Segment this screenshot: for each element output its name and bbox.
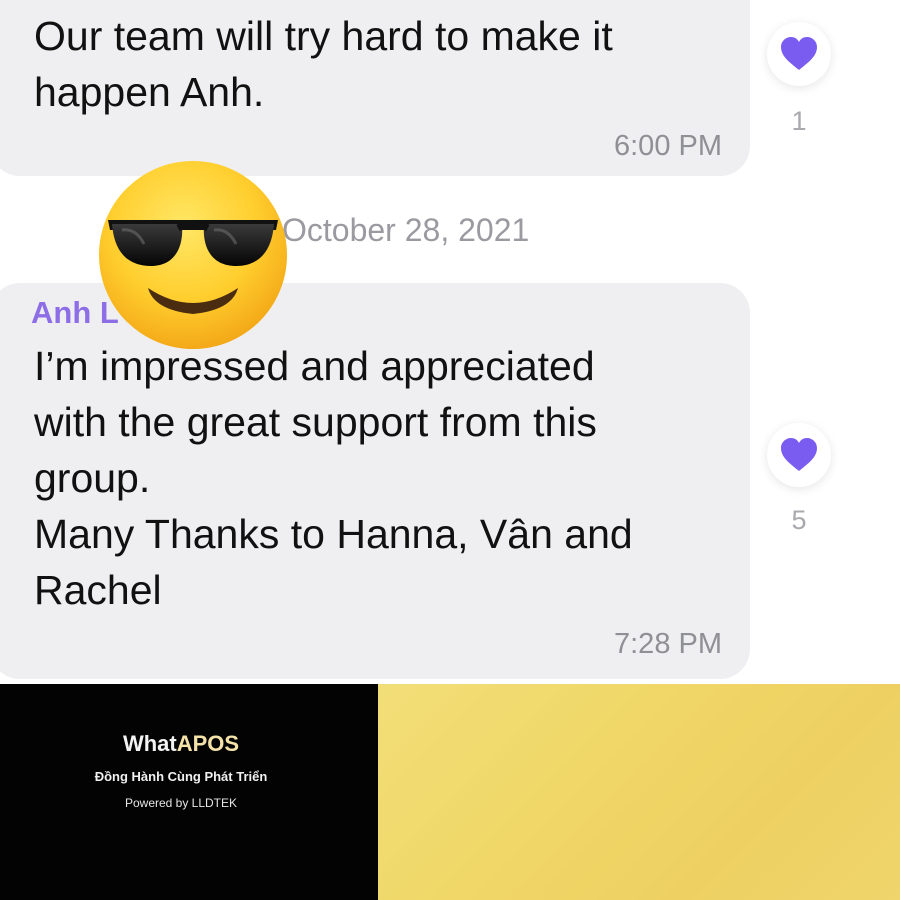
powered-by-text: Powered by LLDTEK [124, 796, 238, 810]
reaction-count: 5 [791, 505, 807, 535]
message-text: I’m impressed and appreciated with the g… [34, 343, 633, 613]
heart-icon [781, 37, 817, 70]
reaction-button[interactable] [767, 22, 831, 86]
message-text: Our team will try hard to make it happen… [34, 13, 613, 115]
reaction-button[interactable] [767, 423, 831, 487]
reaction-count: 1 [791, 106, 807, 136]
sunglasses-emoji-icon [99, 161, 287, 349]
message-bubble[interactable]: Our team will try hard to make it happen… [0, 0, 750, 176]
brand-tagline: Đồng Hành Cùng Phát Triển [94, 769, 268, 784]
heart-icon [781, 438, 817, 471]
message-time: 6:00 PM [614, 130, 722, 162]
message-time: 7:28 PM [614, 628, 722, 660]
date-separator: October 28, 2021 [282, 212, 530, 248]
gold-panel [378, 684, 900, 900]
brand-banner: WhatAPOS Đồng Hành Cùng Phát Triển Power… [0, 684, 378, 900]
brand-logo: WhatAPOS [122, 731, 240, 756]
